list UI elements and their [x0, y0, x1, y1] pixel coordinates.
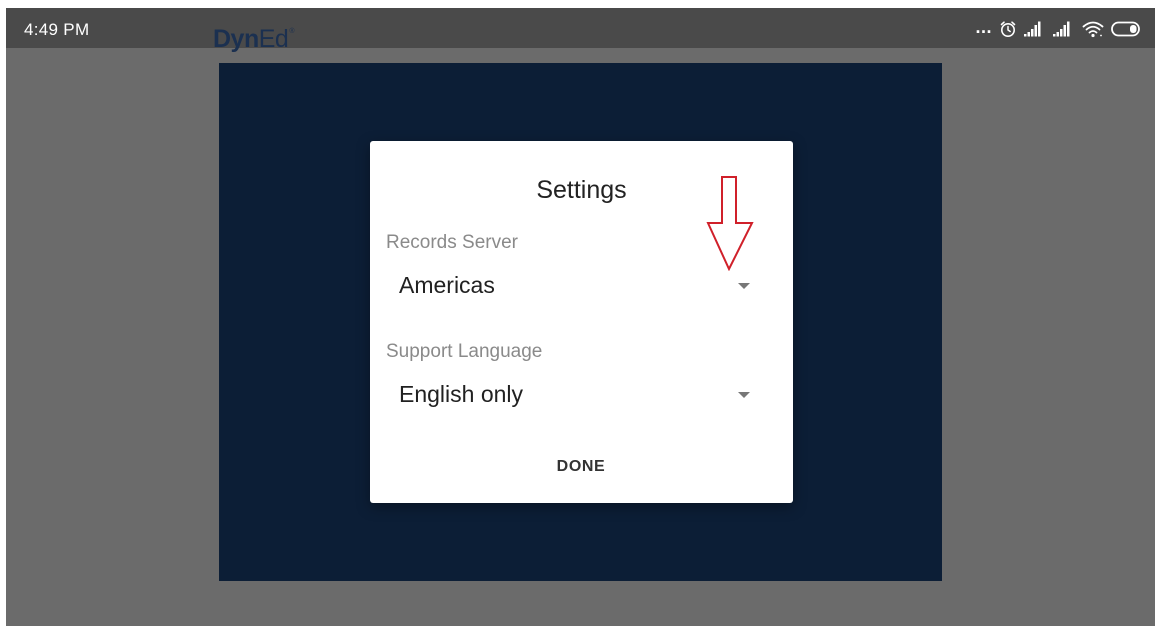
more-dots-icon: ...: [975, 17, 992, 37]
status-time: 4:49 PM: [24, 20, 90, 39]
screen: 4:49 PM ... DynEd® Settings Records Serv…: [6, 8, 1155, 626]
records-server-label: Records Server: [386, 232, 518, 253]
arrow-down-icon: [706, 175, 756, 276]
signal-icon: [1053, 21, 1075, 37]
support-language-value: English only: [399, 381, 524, 407]
chevron-down-icon: [738, 392, 750, 398]
battery-icon: [1111, 21, 1141, 37]
done-button[interactable]: DONE: [541, 451, 621, 483]
logo-registered-mark: ®: [289, 28, 294, 35]
support-language-select[interactable]: English only: [386, 373, 756, 413]
records-server-select[interactable]: Americas: [386, 264, 756, 304]
logo-ed: Ed: [258, 25, 289, 53]
logo-dyn: Dyn: [213, 25, 259, 53]
status-bar: 4:49 PM ...: [6, 8, 1155, 48]
chevron-down-icon: [738, 283, 750, 289]
support-language-label: Support Language: [386, 341, 543, 362]
alarm-icon: [999, 20, 1017, 38]
records-server-value: Americas: [399, 272, 495, 298]
signal-icon: [1024, 21, 1046, 37]
status-icons: ...: [975, 17, 1141, 39]
wifi-icon: [1082, 20, 1104, 38]
dyned-logo: DynEd®: [213, 25, 294, 54]
